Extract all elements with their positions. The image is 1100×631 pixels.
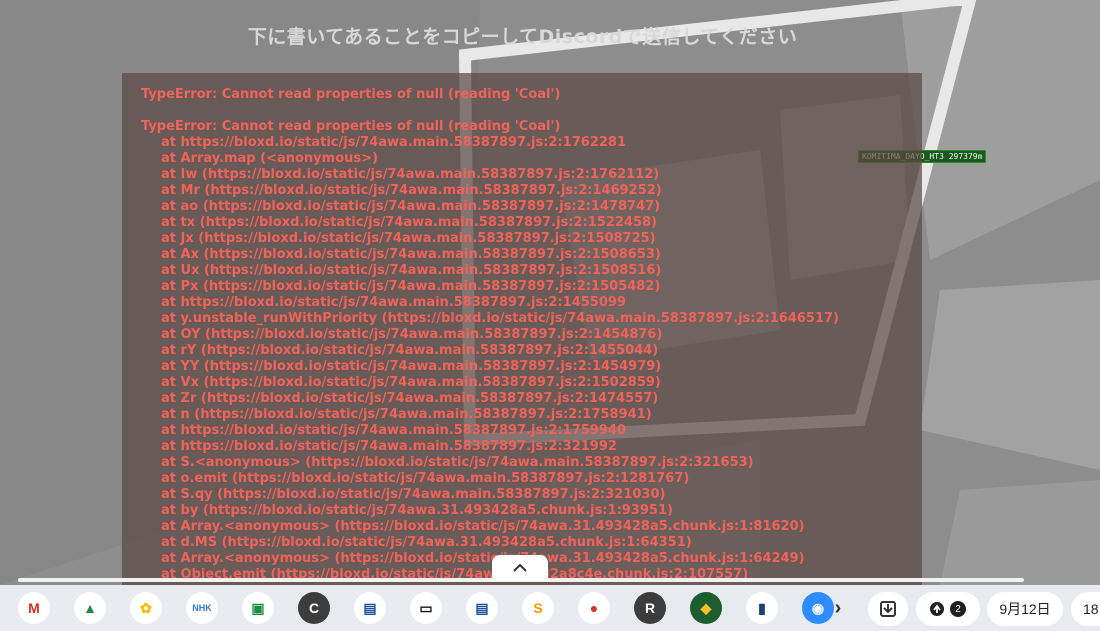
window-app-2-icon[interactable]: ▤	[466, 592, 498, 624]
stack-line: at Mr (https://bloxd.io/static/js/74awa.…	[161, 183, 662, 198]
download-tray-icon	[880, 601, 896, 617]
nhk-for-school-icon[interactable]: NHK	[186, 592, 218, 624]
clock-button[interactable]: 18	[1071, 592, 1100, 626]
stack-line: at rY (https://bloxd.io/static/js/74awa.…	[161, 343, 659, 358]
stack-line: at ao (https://bloxd.io/static/js/74awa.…	[161, 199, 661, 214]
google-classroom-icon[interactable]: ▣	[242, 592, 274, 624]
stack-line: at Ux (https://bloxd.io/static/js/74awa.…	[161, 263, 662, 278]
notification-pill[interactable]: 2	[916, 592, 980, 626]
tote-button[interactable]	[868, 592, 908, 626]
stack-line: at https://bloxd.io/static/js/74awa.main…	[161, 295, 626, 310]
notification-count: 2	[950, 601, 966, 617]
upload-icon	[930, 602, 944, 616]
stack-line: at Vx (https://bloxd.io/static/js/74awa.…	[161, 375, 661, 390]
stack-title: TypeError: Cannot read properties of nul…	[141, 119, 561, 134]
camera-app-icon[interactable]: ●	[578, 592, 610, 624]
stack-line: at y.unstable_runWithPriority (https://b…	[161, 311, 839, 326]
stack-line: at https://bloxd.io/static/js/74awa.main…	[161, 439, 617, 454]
shelf-toggle-button[interactable]	[492, 555, 548, 581]
window-app-icon[interactable]: ▤	[354, 592, 386, 624]
stack-line: at S.qy (https://bloxd.io/static/js/74aw…	[161, 487, 666, 502]
stack-line: at n (https://bloxd.io/static/js/74awa.m…	[161, 407, 652, 422]
error-panel: TypeError: Cannot read properties of nul…	[122, 73, 922, 585]
stack-line: at Jx (https://bloxd.io/static/js/74awa.…	[161, 231, 656, 246]
s-app-icon[interactable]: S	[522, 592, 554, 624]
stack-line: at Px (https://bloxd.io/static/js/74awa.…	[161, 279, 661, 294]
stack-line: at https://bloxd.io/static/js/74awa.main…	[161, 423, 626, 438]
gmail-icon[interactable]: M	[18, 592, 50, 624]
book-app-icon[interactable]: ▮	[746, 592, 778, 624]
stack-line: at Array.<anonymous> (https://bloxd.io/s…	[161, 519, 805, 534]
stack-line: at tx (https://bloxd.io/static/js/74awa.…	[161, 215, 657, 230]
google-drive-icon[interactable]: ▲	[74, 592, 106, 624]
school-app-icon[interactable]: ◆	[690, 592, 722, 624]
date-button[interactable]: 9月12日	[987, 592, 1063, 626]
date-label: 9月12日	[999, 601, 1051, 617]
game-view[interactable]: 下に書いてあることをコピーしてDiscordで送信してください KOMITIMA…	[0, 0, 1100, 585]
app-r-icon[interactable]: R	[634, 592, 666, 624]
stack-line: at YY (https://bloxd.io/static/js/74awa.…	[161, 359, 662, 374]
stack-line: at Array.map (<anonymous>)	[161, 151, 378, 166]
stack-line: at by (https://bloxd.io/static/js/74awa.…	[161, 503, 673, 518]
shelf-overflow-button[interactable]: ›	[827, 592, 849, 624]
stack-line: at Iw (https://bloxd.io/static/js/74awa.…	[161, 167, 660, 182]
time-label: 18	[1083, 601, 1099, 617]
google-photos-icon[interactable]: ✿	[130, 592, 162, 624]
chevron-up-icon	[513, 563, 527, 572]
app-c-icon[interactable]: C	[298, 592, 330, 624]
stack-line: at Ax (https://bloxd.io/static/js/74awa.…	[161, 247, 661, 262]
error-header: TypeError: Cannot read properties of nul…	[141, 87, 561, 102]
stack-line: at o.emit (https://bloxd.io/static/js/74…	[161, 471, 690, 486]
stack-line: at https://bloxd.io/static/js/74awa.main…	[161, 135, 626, 150]
game-controller-icon[interactable]: ▭	[410, 592, 442, 624]
stack-line: at OY (https://bloxd.io/static/js/74awa.…	[161, 327, 663, 342]
stack-line: at S.<anonymous> (https://bloxd.io/stati…	[161, 455, 754, 470]
stack-line: at d.MS (https://bloxd.io/static/js/74aw…	[161, 535, 692, 550]
stack-line: at Zr (https://bloxd.io/static/js/74awa.…	[161, 391, 659, 406]
instruction-text: 下に書いてあることをコピーしてDiscordで送信してください	[247, 26, 798, 48]
stack-line: at Array.<anonymous> (https://bloxd.io/s…	[161, 551, 805, 566]
